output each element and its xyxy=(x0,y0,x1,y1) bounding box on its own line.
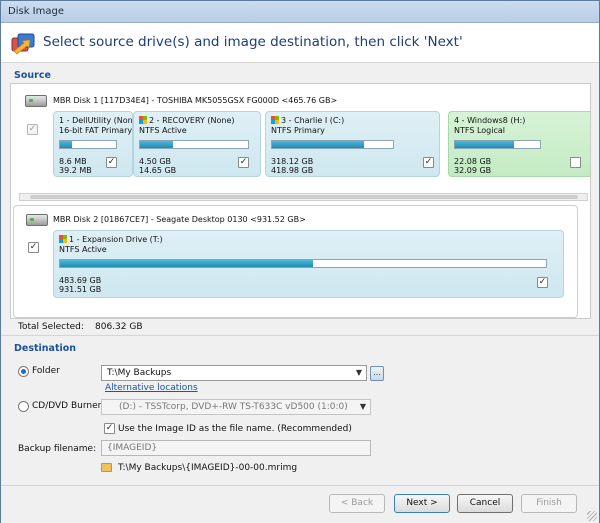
partition-1-3[interactable]: 3 - Charlie I (C:) NTFS Primary 318.12 G… xyxy=(265,111,440,177)
use-image-id-checkbox[interactable]: ✓ xyxy=(104,423,115,434)
folder-radio-label[interactable]: Folder xyxy=(32,366,60,376)
partition-size: 418.98 GB xyxy=(271,166,314,175)
hard-disk-icon xyxy=(25,95,47,107)
next-button[interactable]: Next > xyxy=(394,494,450,513)
hard-disk-icon xyxy=(26,214,48,226)
disk-1-checkbox[interactable]: ✓ xyxy=(27,124,38,135)
partition-type: NTFS Primary xyxy=(271,126,325,135)
cd-dvd-drive-value: (D:) - TSSTcorp, DVD+-RW TS-T633C vD500 … xyxy=(119,402,348,412)
divider xyxy=(1,335,599,336)
partition-name: 2 - RECOVERY (None) xyxy=(139,116,235,125)
wizard-footer: < Back Next > Cancel Finish xyxy=(1,485,599,523)
folder-radio[interactable] xyxy=(18,366,29,377)
partition-used: 8.6 MB xyxy=(59,157,87,166)
disk-1-horizontal-scrollbar[interactable] xyxy=(19,193,588,201)
source-panel[interactable]: MBR Disk 1 [117D34E4] - TOSHIBA MK5055GS… xyxy=(10,83,591,319)
partition-size: 14.65 GB xyxy=(139,166,177,175)
cancel-button[interactable]: Cancel xyxy=(457,494,513,513)
partition-checkbox[interactable]: ✓ xyxy=(106,157,117,168)
cd-dvd-radio[interactable] xyxy=(18,401,29,412)
partition-type: NTFS Active xyxy=(139,126,187,135)
partition-used: 318.12 GB xyxy=(271,157,314,166)
resize-grip[interactable] xyxy=(587,511,597,521)
partition-2-1[interactable]: 1 - Expansion Drive (T:) NTFS Active 483… xyxy=(53,230,564,298)
total-selected-value: 806.32 GB xyxy=(95,322,143,332)
disk-2-frame: MBR Disk 2 [01867CE7] - Seagate Desktop … xyxy=(13,205,578,318)
partition-type: 16-bit FAT Primary xyxy=(59,126,133,135)
chevron-down-icon: ▼ xyxy=(355,368,362,377)
partition-1-2[interactable]: 2 - RECOVERY (None) NTFS Active 4.50 GB … xyxy=(133,111,261,177)
partition-used: 483.69 GB xyxy=(59,276,102,285)
partition-1-4[interactable]: 4 - Windows8 (H:) NTFS Logical 22.08 GB … xyxy=(448,111,590,177)
windows-logo-icon xyxy=(59,235,67,243)
partition-name: 3 - Charlie I (C:) xyxy=(271,116,344,125)
partition-name-text: 2 - RECOVERY (None) xyxy=(149,116,235,125)
usage-bar xyxy=(454,140,541,149)
partition-name-text: 3 - Charlie I (C:) xyxy=(281,116,345,125)
wizard-header: Select source drive(s) and image destina… xyxy=(1,23,599,63)
partition-checkbox[interactable] xyxy=(570,157,581,168)
disk-1-title: MBR Disk 1 [117D34E4] - TOSHIBA MK5055GS… xyxy=(53,96,338,105)
usage-bar xyxy=(139,140,249,149)
disk-2-title: MBR Disk 2 [01867CE7] - Seagate Desktop … xyxy=(53,215,306,224)
use-image-id-label[interactable]: Use the Image ID as the file name. (Reco… xyxy=(118,424,352,434)
partition-1-1[interactable]: 1 - DellUtility (None) 16-bit FAT Primar… xyxy=(53,111,133,177)
finish-button[interactable]: Finish xyxy=(521,494,577,513)
partition-name: 4 - Windows8 (H:) xyxy=(454,116,526,125)
alternative-locations-link[interactable]: Alternative locations xyxy=(105,383,198,393)
disk-image-window: Disk Image Select source drive(s) and im… xyxy=(0,0,600,523)
usage-bar xyxy=(59,140,117,149)
backup-filename-label: Backup filename: xyxy=(18,444,97,454)
partition-checkbox[interactable]: ✓ xyxy=(537,277,548,288)
windows-logo-icon xyxy=(271,116,279,124)
folder-icon xyxy=(101,463,112,472)
browse-folder-button[interactable]: ... xyxy=(370,366,384,381)
partition-checkbox[interactable]: ✓ xyxy=(238,157,249,168)
partition-size: 931.51 GB xyxy=(59,285,102,294)
window-title: Disk Image xyxy=(8,6,64,17)
partition-checkbox[interactable]: ✓ xyxy=(423,157,434,168)
wizard-instruction: Select source drive(s) and image destina… xyxy=(43,34,463,50)
title-bar: Disk Image xyxy=(1,1,599,23)
windows-logo-icon xyxy=(139,116,147,124)
usage-bar xyxy=(271,140,394,149)
folder-path-combo[interactable]: T:\My Backups ▼ xyxy=(101,365,367,381)
partition-name: 1 - Expansion Drive (T:) xyxy=(59,235,163,244)
backup-filename-value: {IMAGEID} xyxy=(107,443,158,453)
partition-name: 1 - DellUtility (None) xyxy=(59,116,133,125)
disk-image-wizard-icon xyxy=(11,33,35,55)
destination-heading: Destination xyxy=(14,343,77,354)
chevron-down-icon: ▼ xyxy=(359,402,366,411)
image-path-preview: T:\My Backups\{IMAGEID}-00-00.mrimg xyxy=(118,463,298,473)
source-heading: Source xyxy=(14,70,51,81)
partition-size: 39.2 MB xyxy=(59,166,92,175)
partition-size: 32.09 GB xyxy=(454,166,492,175)
cd-dvd-radio-label[interactable]: CD/DVD Burner xyxy=(32,401,101,411)
total-selected: Total Selected: 806.32 GB xyxy=(18,322,143,332)
partition-name-text: 1 - Expansion Drive (T:) xyxy=(69,235,163,244)
disk-2-checkbox[interactable]: ✓ xyxy=(28,242,39,253)
total-selected-label: Total Selected: xyxy=(18,322,84,332)
back-button[interactable]: < Back xyxy=(329,494,385,513)
backup-filename-input[interactable]: {IMAGEID} xyxy=(101,440,371,456)
scrollbar-thumb[interactable] xyxy=(30,195,578,199)
partition-type: NTFS Active xyxy=(59,245,107,254)
cd-dvd-drive-combo[interactable]: (D:) - TSSTcorp, DVD+-RW TS-T633C vD500 … xyxy=(101,399,371,415)
partition-used: 22.08 GB xyxy=(454,157,492,166)
folder-path-value: T:\My Backups xyxy=(107,368,172,378)
partition-type: NTFS Logical xyxy=(454,126,505,135)
partition-used: 4.50 GB xyxy=(139,157,172,166)
usage-bar xyxy=(59,259,547,268)
